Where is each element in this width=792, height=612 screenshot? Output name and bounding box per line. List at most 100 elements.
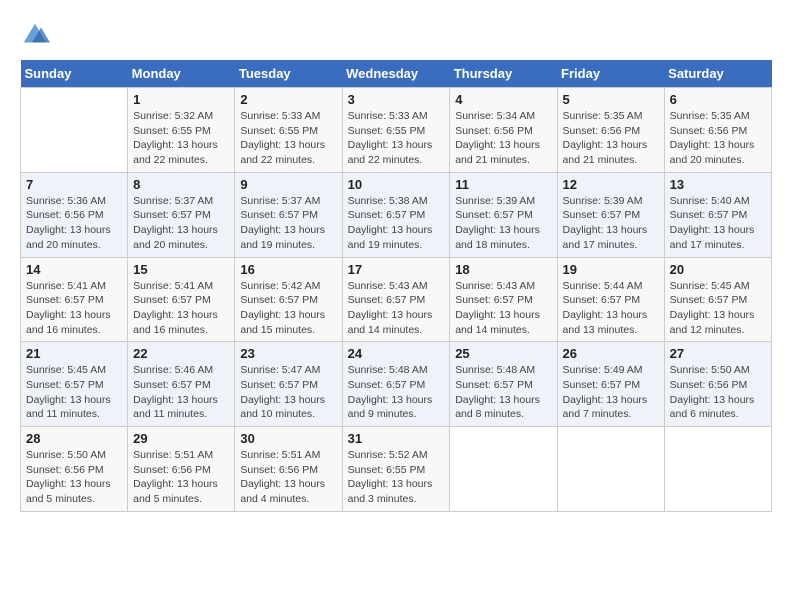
calendar-week-row: 14 Sunrise: 5:41 AM Sunset: 6:57 PM Dayli… [21,257,772,342]
weekday-header: Tuesday [235,60,342,88]
day-number: 3 [348,92,445,107]
day-info: Sunrise: 5:48 AM Sunset: 6:57 PM Dayligh… [455,363,551,422]
weekday-header: Friday [557,60,664,88]
day-info: Sunrise: 5:46 AM Sunset: 6:57 PM Dayligh… [133,363,229,422]
calendar-cell: 9Sunrise: 5:37 AM Sunset: 6:57 PM Daylig… [235,172,342,257]
calendar-cell: 5 Sunrise: 5:35 AM Sunset: 6:56 PM Daylig… [557,88,664,173]
day-number: 21 [26,346,122,361]
calendar-cell: 2Sunrise: 5:33 AM Sunset: 6:55 PM Daylig… [235,88,342,173]
day-info: Sunrise: 5:38 AM Sunset: 6:57 PM Dayligh… [348,194,445,253]
day-info: Sunrise: 5:34 AM Sunset: 6:56 PM Dayligh… [455,109,551,168]
calendar-cell: 31 Sunrise: 5:52 AM Sunset: 6:55 PM Dayli… [342,427,450,512]
day-number: 8 [133,177,229,192]
day-number: 30 [240,431,336,446]
day-info: Sunrise: 5:41 AM Sunset: 6:57 PM Dayligh… [133,279,229,338]
calendar-cell: 11 Sunrise: 5:39 AM Sunset: 6:57 PM Dayli… [450,172,557,257]
day-number: 2 [240,92,336,107]
calendar-header-row: SundayMondayTuesdayWednesdayThursdayFrid… [21,60,772,88]
day-number: 7 [26,177,122,192]
calendar-cell: 1 Sunrise: 5:32 AM Sunset: 6:55 PM Daylig… [128,88,235,173]
day-info: Sunrise: 5:45 AM Sunset: 6:57 PM Dayligh… [670,279,766,338]
day-number: 11 [455,177,551,192]
day-number: 31 [348,431,445,446]
day-info: Sunrise: 5:32 AM Sunset: 6:55 PM Dayligh… [133,109,229,168]
calendar-table: SundayMondayTuesdayWednesdayThursdayFrid… [20,60,772,512]
calendar-cell: 27 Sunrise: 5:50 AM Sunset: 6:56 PM Dayli… [664,342,771,427]
day-info: Sunrise: 5:35 AM Sunset: 6:56 PM Dayligh… [670,109,766,168]
day-number: 10 [348,177,445,192]
day-number: 19 [563,262,659,277]
calendar-cell [557,427,664,512]
day-info: Sunrise: 5:45 AM Sunset: 6:57 PM Dayligh… [26,363,122,422]
calendar-cell: 20 Sunrise: 5:45 AM Sunset: 6:57 PM Dayli… [664,257,771,342]
calendar-cell [450,427,557,512]
day-number: 28 [26,431,122,446]
calendar-cell: 12 Sunrise: 5:39 AM Sunset: 6:57 PM Dayli… [557,172,664,257]
calendar-cell: 7 Sunrise: 5:36 AM Sunset: 6:56 PM Daylig… [21,172,128,257]
day-number: 18 [455,262,551,277]
day-info: Sunrise: 5:51 AM Sunset: 6:56 PM Dayligh… [133,448,229,507]
day-number: 14 [26,262,122,277]
day-number: 27 [670,346,766,361]
day-info: Sunrise: 5:36 AM Sunset: 6:56 PM Dayligh… [26,194,122,253]
calendar-cell: 21 Sunrise: 5:45 AM Sunset: 6:57 PM Dayli… [21,342,128,427]
day-info: Sunrise: 5:40 AM Sunset: 6:57 PM Dayligh… [670,194,766,253]
day-info: Sunrise: 5:48 AM Sunset: 6:57 PM Dayligh… [348,363,445,422]
day-info: Sunrise: 5:51 AM Sunset: 6:56 PM Dayligh… [240,448,336,507]
weekday-header: Thursday [450,60,557,88]
day-number: 1 [133,92,229,107]
calendar-cell: 19 Sunrise: 5:44 AM Sunset: 6:57 PM Dayli… [557,257,664,342]
calendar-week-row: 1 Sunrise: 5:32 AM Sunset: 6:55 PM Daylig… [21,88,772,173]
calendar-cell: 28 Sunrise: 5:50 AM Sunset: 6:56 PM Dayli… [21,427,128,512]
calendar-cell [21,88,128,173]
day-number: 13 [670,177,766,192]
calendar-cell: 22 Sunrise: 5:46 AM Sunset: 6:57 PM Dayli… [128,342,235,427]
calendar-cell: 3 Sunrise: 5:33 AM Sunset: 6:55 PM Daylig… [342,88,450,173]
calendar-cell: 25 Sunrise: 5:48 AM Sunset: 6:57 PM Dayli… [450,342,557,427]
calendar-cell: 26Sunrise: 5:49 AM Sunset: 6:57 PM Dayli… [557,342,664,427]
day-info: Sunrise: 5:50 AM Sunset: 6:56 PM Dayligh… [26,448,122,507]
day-info: Sunrise: 5:52 AM Sunset: 6:55 PM Dayligh… [348,448,445,507]
day-info: Sunrise: 5:43 AM Sunset: 6:57 PM Dayligh… [348,279,445,338]
weekday-header: Monday [128,60,235,88]
day-number: 25 [455,346,551,361]
day-info: Sunrise: 5:39 AM Sunset: 6:57 PM Dayligh… [455,194,551,253]
calendar-cell: 4Sunrise: 5:34 AM Sunset: 6:56 PM Daylig… [450,88,557,173]
calendar-cell: 6Sunrise: 5:35 AM Sunset: 6:56 PM Daylig… [664,88,771,173]
day-number: 16 [240,262,336,277]
day-info: Sunrise: 5:42 AM Sunset: 6:57 PM Dayligh… [240,279,336,338]
calendar-cell: 8 Sunrise: 5:37 AM Sunset: 6:57 PM Daylig… [128,172,235,257]
day-info: Sunrise: 5:44 AM Sunset: 6:57 PM Dayligh… [563,279,659,338]
day-info: Sunrise: 5:35 AM Sunset: 6:56 PM Dayligh… [563,109,659,168]
calendar-cell: 18Sunrise: 5:43 AM Sunset: 6:57 PM Dayli… [450,257,557,342]
calendar-cell: 14Sunrise: 5:41 AM Sunset: 6:57 PM Dayli… [21,257,128,342]
day-number: 22 [133,346,229,361]
day-number: 20 [670,262,766,277]
logo-icon [20,20,50,50]
day-info: Sunrise: 5:37 AM Sunset: 6:57 PM Dayligh… [240,194,336,253]
weekday-header: Sunday [21,60,128,88]
calendar-cell: 30 Sunrise: 5:51 AM Sunset: 6:56 PM Dayli… [235,427,342,512]
calendar-cell: 17Sunrise: 5:43 AM Sunset: 6:57 PM Dayli… [342,257,450,342]
calendar-cell: 13 Sunrise: 5:40 AM Sunset: 6:57 PM Dayli… [664,172,771,257]
weekday-header: Saturday [664,60,771,88]
day-info: Sunrise: 5:33 AM Sunset: 6:55 PM Dayligh… [348,109,445,168]
calendar-cell: 29 Sunrise: 5:51 AM Sunset: 6:56 PM Dayli… [128,427,235,512]
calendar-cell [664,427,771,512]
logo [20,20,54,50]
day-info: Sunrise: 5:39 AM Sunset: 6:57 PM Dayligh… [563,194,659,253]
calendar-cell: 16 Sunrise: 5:42 AM Sunset: 6:57 PM Dayli… [235,257,342,342]
day-number: 15 [133,262,229,277]
calendar-body: 1 Sunrise: 5:32 AM Sunset: 6:55 PM Daylig… [21,88,772,512]
day-number: 5 [563,92,659,107]
weekday-header: Wednesday [342,60,450,88]
calendar-week-row: 21 Sunrise: 5:45 AM Sunset: 6:57 PM Dayli… [21,342,772,427]
calendar-cell: 10 Sunrise: 5:38 AM Sunset: 6:57 PM Dayli… [342,172,450,257]
calendar-week-row: 7 Sunrise: 5:36 AM Sunset: 6:56 PM Daylig… [21,172,772,257]
day-number: 12 [563,177,659,192]
calendar-week-row: 28 Sunrise: 5:50 AM Sunset: 6:56 PM Dayli… [21,427,772,512]
calendar-cell: 15 Sunrise: 5:41 AM Sunset: 6:57 PM Dayli… [128,257,235,342]
day-info: Sunrise: 5:50 AM Sunset: 6:56 PM Dayligh… [670,363,766,422]
day-number: 29 [133,431,229,446]
day-info: Sunrise: 5:37 AM Sunset: 6:57 PM Dayligh… [133,194,229,253]
